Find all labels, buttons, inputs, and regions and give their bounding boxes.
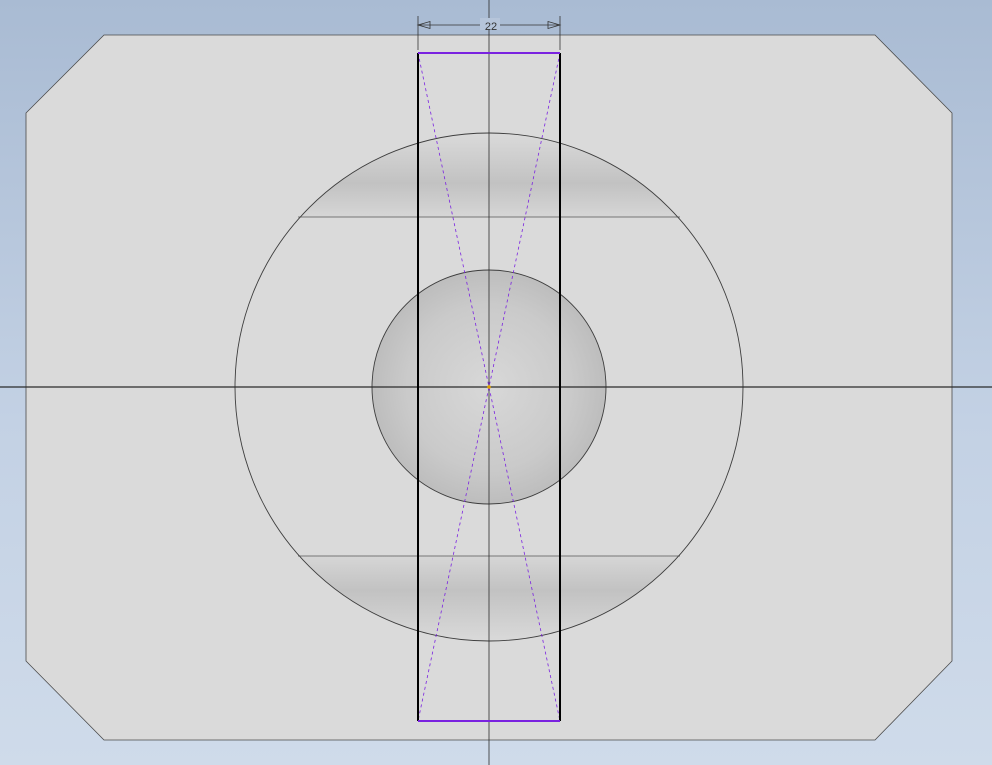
center-point[interactable] [487,385,491,389]
dimension-label[interactable]: 22 [485,21,497,33]
sketch-canvas[interactable]: 22 [0,0,992,765]
